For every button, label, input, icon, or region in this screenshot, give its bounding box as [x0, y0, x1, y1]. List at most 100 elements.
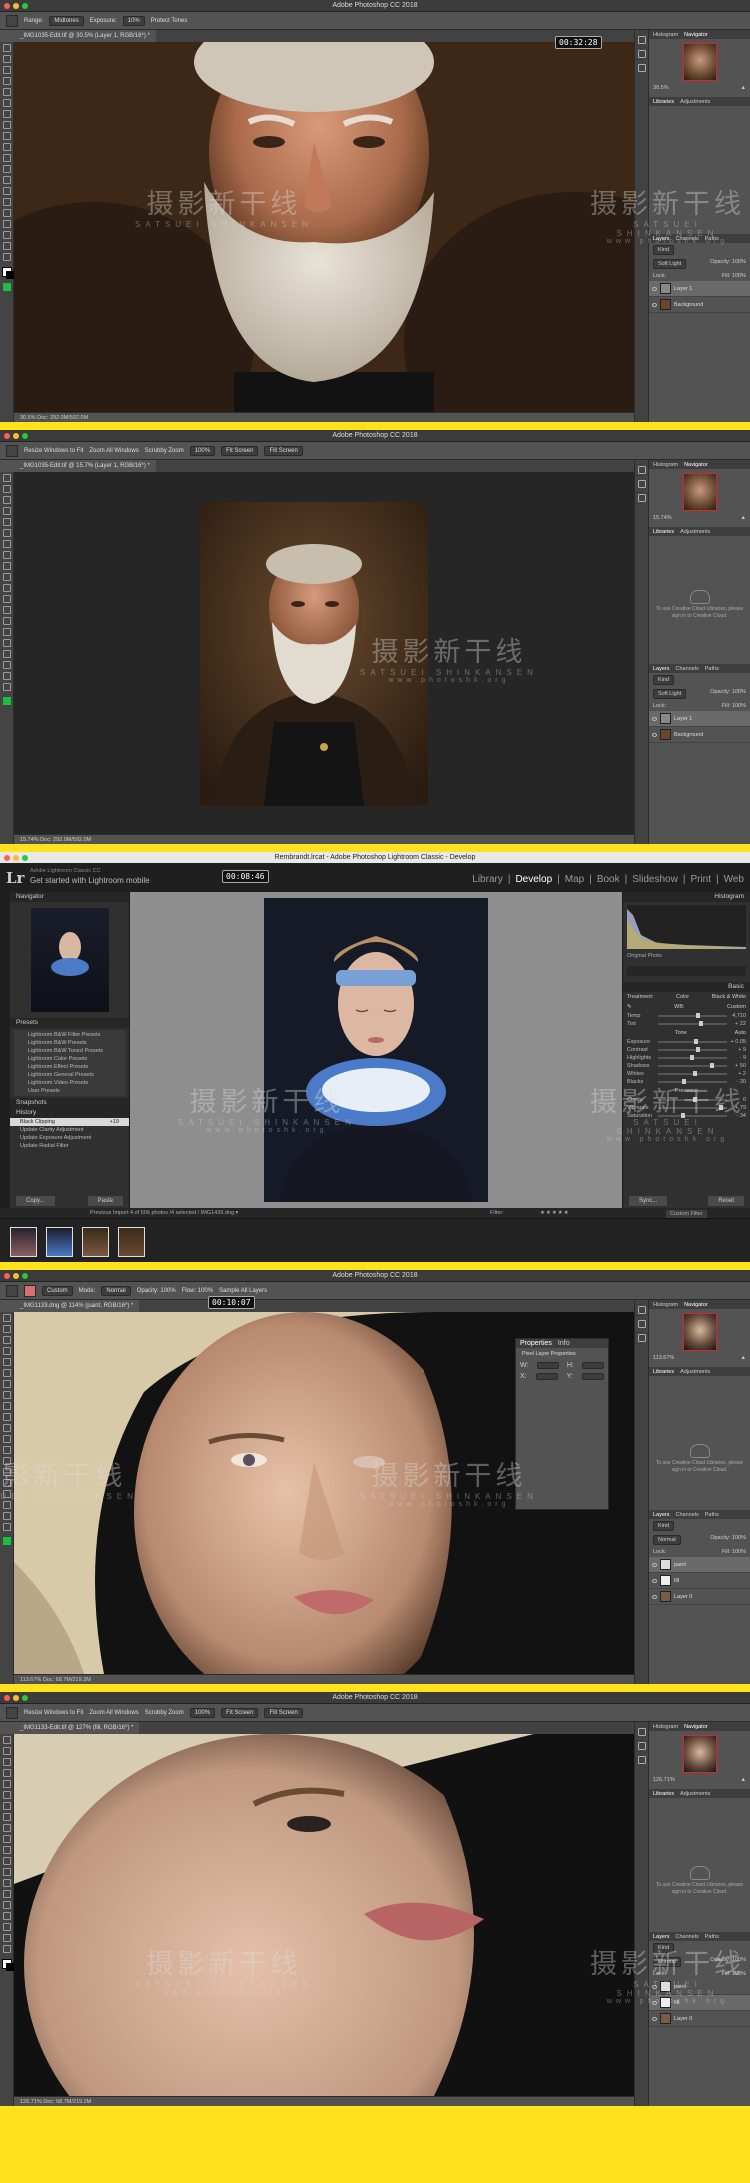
mixer-preset-select[interactable]: Custom	[42, 1285, 73, 1296]
module-web[interactable]: Web	[724, 874, 744, 885]
x-field[interactable]	[535, 1373, 558, 1380]
tab-channels[interactable]: Channels	[676, 1512, 699, 1518]
preset-folder[interactable]: Lightroom B&W Toned Presets	[14, 1047, 125, 1055]
slider-blacks[interactable]: Blacks - 30	[623, 1078, 750, 1086]
slider-knob[interactable]	[695, 1013, 700, 1018]
history-icon[interactable]	[638, 36, 646, 44]
tab-paths[interactable]: Paths	[705, 1512, 719, 1518]
preset-folder[interactable]: Lightroom B&W Filter Presets	[14, 1031, 125, 1039]
layer-row[interactable]: paint	[649, 1557, 750, 1573]
fit-screen-button[interactable]: Fit Screen	[221, 1707, 259, 1718]
slider-value[interactable]: - 34	[730, 1113, 746, 1119]
preset-folder[interactable]: Lightroom General Presets	[14, 1071, 125, 1079]
wb-select[interactable]: Custom	[727, 1004, 746, 1010]
scrubby-zoom-checkbox[interactable]: Scrubby Zoom	[145, 448, 184, 454]
tab-libraries[interactable]: Libraries	[653, 529, 674, 535]
dodge-tool-icon[interactable]	[3, 617, 11, 625]
path-select-tool-icon[interactable]	[3, 650, 11, 658]
zoom-tool-icon[interactable]	[3, 1945, 11, 1953]
slider-value[interactable]: + 2	[730, 1071, 746, 1077]
history-brush-tool-icon[interactable]	[3, 143, 11, 151]
layer-row[interactable]: paint	[649, 1979, 750, 1995]
history-header[interactable]: History	[10, 1108, 129, 1118]
layer-filter-kind[interactable]: Kind	[653, 1521, 675, 1531]
brush-preset-icon[interactable]	[24, 1284, 36, 1297]
eye-icon[interactable]	[652, 2000, 657, 2005]
gradient-tool-icon[interactable]	[3, 595, 11, 603]
type-tool-icon[interactable]	[3, 1479, 11, 1487]
fill-field[interactable]: Fill: 100%	[722, 1549, 746, 1555]
brush-tool-icon[interactable]	[6, 1284, 18, 1297]
slider-knob[interactable]	[699, 1021, 704, 1026]
pen-tool-icon[interactable]	[3, 1468, 11, 1476]
color-swatches[interactable]	[2, 267, 14, 279]
marquee-tool-icon[interactable]	[3, 1747, 11, 1755]
eye-icon[interactable]	[652, 1984, 657, 1989]
slider-value[interactable]: + 0.05	[730, 1039, 746, 1045]
gradient-tool-icon[interactable]	[3, 1857, 11, 1865]
slider-track[interactable]	[658, 1021, 727, 1026]
tab-channels[interactable]: Channels	[676, 666, 699, 672]
eyedropper-tool-icon[interactable]	[3, 529, 11, 537]
tab-navigator[interactable]: Navigator	[684, 1724, 708, 1730]
slider-knob[interactable]	[692, 1097, 697, 1102]
fit-screen-button[interactable]: Fit Screen	[221, 445, 259, 456]
blur-tool-icon[interactable]	[3, 606, 11, 614]
slider-knob[interactable]	[718, 1105, 723, 1110]
navigator-header[interactable]: Navigator	[10, 892, 129, 902]
properties-icon[interactable]	[638, 494, 646, 502]
history-item[interactable]: Update Clarity Adjustment	[10, 1126, 129, 1134]
blur-tool-icon[interactable]	[3, 1446, 11, 1454]
auto-button[interactable]: Auto	[735, 1030, 746, 1036]
module-library[interactable]: Library	[472, 874, 503, 885]
layer-row[interactable]: Background	[649, 727, 750, 743]
quick-mask-icon[interactable]	[3, 283, 11, 291]
basic-header[interactable]: Basic	[623, 982, 750, 992]
navigator-zoom[interactable]: 15.74% ▲	[649, 515, 750, 521]
tab-adjustments[interactable]: Adjustments	[680, 1791, 710, 1797]
slider-knob[interactable]	[693, 1071, 698, 1076]
info-icon[interactable]	[638, 1320, 646, 1328]
tab-adjustments[interactable]: Adjustments	[680, 529, 710, 535]
navigator-thumbnail[interactable]	[682, 43, 717, 81]
tab-histogram[interactable]: Histogram	[653, 1724, 678, 1730]
info-icon[interactable]	[638, 50, 646, 58]
film-thumbnail[interactable]	[10, 1227, 37, 1257]
preset-folder[interactable]: Lightroom Color Presets	[14, 1055, 125, 1063]
move-tool-icon[interactable]	[3, 474, 11, 482]
blend-mode-select[interactable]: Soft Light	[653, 689, 687, 699]
move-tool-icon[interactable]	[3, 1736, 11, 1744]
quick-select-tool-icon[interactable]	[3, 1347, 11, 1355]
opacity-field[interactable]: Opacity: 100%	[137, 1288, 176, 1294]
marquee-tool-icon[interactable]	[3, 1325, 11, 1333]
blur-tool-icon[interactable]	[3, 176, 11, 184]
properties-icon[interactable]	[638, 1334, 646, 1342]
layer-filter-kind[interactable]: Kind	[653, 245, 675, 255]
blend-mode-select[interactable]: Normal	[653, 1535, 681, 1545]
history-icon[interactable]	[638, 466, 646, 474]
tab-paths[interactable]: Paths	[705, 666, 719, 672]
navigator-thumbnail[interactable]	[682, 1313, 717, 1351]
tab-libraries[interactable]: Libraries	[653, 1369, 674, 1375]
slider-track[interactable]	[658, 1013, 727, 1018]
stamp-tool-icon[interactable]	[3, 1824, 11, 1832]
reset-button[interactable]: Reset	[708, 1196, 744, 1206]
pen-tool-icon[interactable]	[3, 628, 11, 636]
layer-row[interactable]: Layer 1	[649, 711, 750, 727]
tab-histogram[interactable]: Histogram	[653, 32, 678, 38]
tab-histogram[interactable]: Histogram	[653, 1302, 678, 1308]
height-field[interactable]	[582, 1362, 604, 1369]
zoom-100-button[interactable]: 100%	[189, 445, 216, 456]
tab-layers[interactable]: Layers	[653, 1512, 670, 1518]
brush-tool-icon[interactable]	[3, 1391, 11, 1399]
y-field[interactable]	[582, 1373, 604, 1380]
healing-tool-icon[interactable]	[3, 1380, 11, 1388]
window-controls[interactable]	[4, 1273, 28, 1279]
rating-filter[interactable]: ★★★★★	[540, 1208, 570, 1218]
module-map[interactable]: Map	[565, 874, 584, 885]
layer-filter-kind[interactable]: Kind	[653, 1943, 675, 1953]
eye-icon[interactable]	[652, 732, 657, 737]
film-thumbnail[interactable]	[118, 1227, 145, 1257]
properties-icon[interactable]	[638, 64, 646, 72]
slider-knob[interactable]	[689, 1055, 694, 1060]
